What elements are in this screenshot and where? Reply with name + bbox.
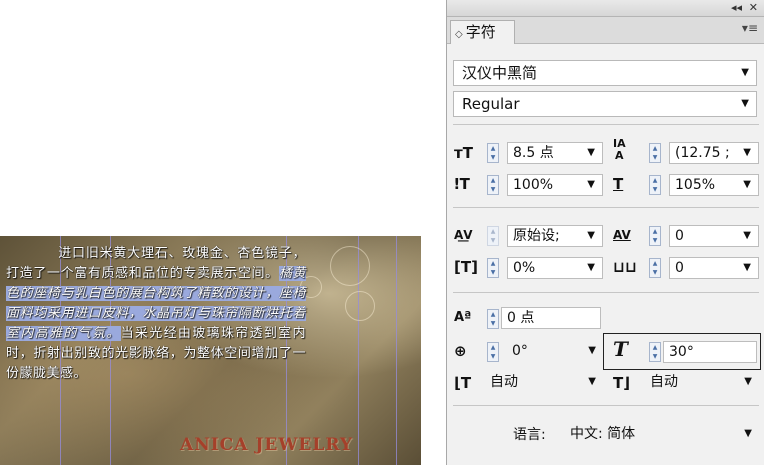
divider [453,405,759,406]
rotation-field[interactable]: 0° ▼ [507,341,603,363]
leading-stepper[interactable]: ▲ ▼ [649,143,661,163]
leading-icon: IA A [613,137,626,162]
tsume-icon: [T] [454,258,478,276]
aki-before-value: 自动 [490,374,518,390]
character-rotation-icon: ⊕ [454,342,467,360]
tsume-stepper[interactable]: ▲ ▼ [487,258,499,278]
tracking-stepper[interactable]: ▲ ▼ [649,226,661,246]
rotation-value: 0° [512,343,528,359]
font-size-value: 8.5 点 [513,145,554,161]
kerning-stepper[interactable]: ▲ ▼ [487,226,499,246]
brand-logo-text: ANICA JEWELRY [180,435,354,455]
skew-stepper[interactable]: ▲ ▼ [649,342,661,362]
font-size-stepper[interactable]: ▲ ▼ [487,143,499,163]
aki-after-icon: T⌋ [613,374,631,392]
tracking-icon: AV [613,228,631,242]
tracking-field[interactable]: 0 ▼ [669,225,759,247]
font-size-icon: ᴛT [454,144,473,162]
tab-expand-icon: ◇ [455,29,463,40]
chevron-down-icon: ▼ [743,230,751,241]
tab-label: 字符 [465,23,496,41]
skew-value: 30° [669,344,694,360]
aki-value: 0 [675,260,684,276]
collapse-icon[interactable]: ◂◂ [731,1,742,15]
text-frame[interactable]: 进口旧米黄大理石、玫瑰金、杏色镜子，打造了一个富有质感和品位的专卖展示空间。橘黄… [6,244,306,384]
chevron-down-icon: ▼ [587,262,595,273]
chevron-down-icon: ▼ [741,67,749,78]
tracking-value: 0 [675,228,684,244]
aki-icon: ⊔⊔ [613,258,637,276]
font-style-select[interactable]: Regular ▼ [453,91,757,117]
close-icon[interactable]: ✕ [749,1,758,15]
divider [453,207,759,208]
rotation-stepper[interactable]: ▲ ▼ [487,342,499,362]
horizontal-scale-value: 105% [675,177,716,193]
kerning-value: 原始设; [513,228,560,244]
font-family-value: 汉仪中黑简 [462,64,538,82]
panel-tab-row: ◇ 字符 ▾≡ [447,17,764,44]
tsume-value: 0% [513,260,536,276]
vertical-scale-value: 100% [513,177,554,193]
background-photo: 进口旧米黄大理石、玫瑰金、杏色镜子，打造了一个富有质感和品位的专卖展示空间。橘黄… [0,236,421,465]
chevron-down-icon: ▼ [744,428,752,439]
horizontal-scale-icon: T [613,175,624,193]
chevron-down-icon: ▼ [744,376,752,387]
vertical-scale-icon: ǃT [454,175,470,193]
chevron-down-icon: ▼ [741,98,749,109]
aki-after-value: 自动 [650,374,678,390]
baseline-shift-icon: Aª [454,310,472,325]
chevron-down-icon: ▼ [588,345,596,356]
font-family-select[interactable]: 汉仪中黑简 ▼ [453,60,757,86]
skew-field[interactable]: 30° [663,341,757,363]
chevron-down-icon: ▼ [587,147,595,158]
language-label: 语言: [513,427,546,443]
aki-stepper[interactable]: ▲ ▼ [649,258,661,278]
aki-before-select[interactable]: 自动 ▼ [485,372,603,394]
baseline-shift-value: 0 点 [507,310,535,326]
leading-field[interactable]: (12.75 ; ▼ [669,142,759,164]
baseline-shift-field[interactable]: 0 点 [501,307,601,329]
tsume-field[interactable]: 0% ▼ [507,257,603,279]
chevron-down-icon: ▼ [743,147,751,158]
paragraph-lead[interactable]: 进口旧米黄大理石、玫瑰金、杏色镜子，打造了一个富有质感和品位的专卖展示空间。 [6,246,306,281]
chandelier-decoration [345,291,375,321]
chevron-down-icon: ▼ [587,179,595,190]
chevron-down-icon: ▼ [743,179,751,190]
kerning-icon: A͟V [454,228,473,242]
chevron-down-icon: ▼ [588,376,596,387]
baseline-shift-stepper[interactable]: ▲ ▼ [487,309,499,329]
panel-titlebar: ◂◂ ✕ [447,0,764,17]
aki-after-select[interactable]: 自动 ▼ [645,372,759,394]
panel-menu-icon[interactable]: ▾≡ [742,21,758,35]
chandelier-decoration [330,246,370,286]
vertical-scale-stepper[interactable]: ▲ ▼ [487,175,499,195]
horizontal-scale-stepper[interactable]: ▲ ▼ [649,175,661,195]
divider [453,292,759,293]
language-select[interactable]: 中文: 简体 ▼ [565,424,759,446]
vertical-scale-field[interactable]: 100% ▼ [507,174,603,196]
kerning-field[interactable]: 原始设; ▼ [507,225,603,247]
divider [453,124,759,125]
character-panel: ◂◂ ✕ ◇ 字符 ▾≡ 汉仪中黑简 ▼ Regular ▼ ᴛT ▲ ▼ 8.5 … [446,0,764,465]
tab-character[interactable]: ◇ 字符 [450,20,515,44]
language-value: 中文: 简体 [570,426,636,442]
aki-field[interactable]: 0 ▼ [669,257,759,279]
skew-icon: T [613,337,628,361]
leading-value: (12.75 ; [675,145,730,161]
font-style-value: Regular [462,95,520,113]
font-size-field[interactable]: 8.5 点 ▼ [507,142,603,164]
chevron-down-icon: ▼ [587,230,595,241]
guide-line [396,236,397,465]
document-canvas[interactable]: 进口旧米黄大理石、玫瑰金、杏色镜子，打造了一个富有质感和品位的专卖展示空间。橘黄… [0,0,440,465]
chevron-down-icon: ▼ [743,262,751,273]
aki-before-icon: ⌊T [454,374,472,392]
horizontal-scale-field[interactable]: 105% ▼ [669,174,759,196]
